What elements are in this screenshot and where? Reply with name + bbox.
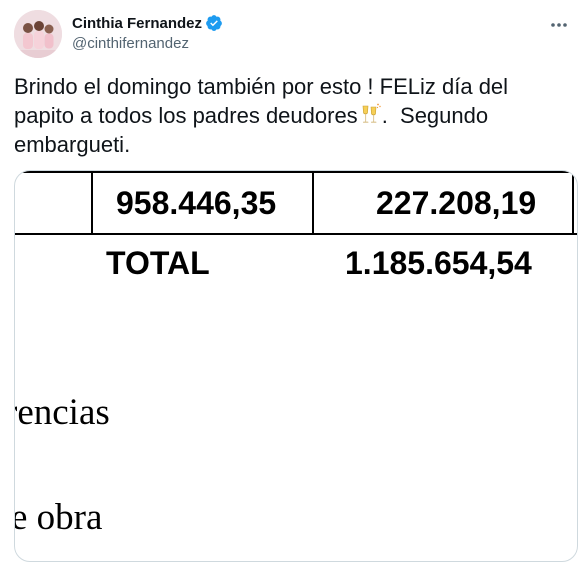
table-divider-2 [312,171,314,235]
table-divider-1 [91,171,93,235]
tweet-header: Cinthia Fernandez @cinthifernandez [14,10,574,60]
more-options-icon[interactable] [546,12,572,38]
author-name[interactable]: Cinthia Fernandez [72,15,202,32]
document-fragment-2: e obra [14,497,103,538]
row-value-2: 227.208,19 [376,185,537,221]
document-scan: 958.446,35 227.208,19 TOTAL 1.185.654,54… [15,171,577,561]
total-label: TOTAL [106,245,210,281]
document-fragment-1: rencias [14,392,110,433]
table-bottom-line [15,233,577,235]
table-top-line [15,171,577,173]
avatar[interactable] [14,10,62,58]
total-value: 1.185.654,54 [345,245,532,281]
tweet-text: Brindo el domingo también por esto ! FEL… [14,72,569,159]
table-divider-3 [572,171,574,235]
champagne-glasses-icon [362,103,381,123]
author-handle[interactable]: @cinthifernandez [72,35,189,52]
row-value-1: 958.446,35 [116,185,277,221]
verified-badge-icon [206,15,222,31]
tweet-media-image[interactable]: 958.446,35 227.208,19 TOTAL 1.185.654,54… [14,170,578,562]
avatar-photo-icon [14,10,62,58]
